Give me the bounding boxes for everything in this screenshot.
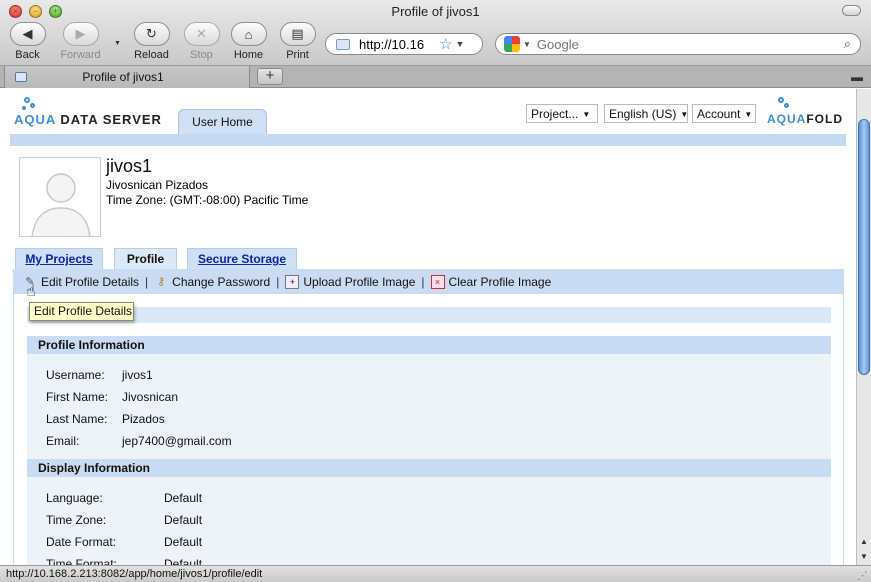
field-label: First Name: xyxy=(46,390,109,404)
field-label: Date Format: xyxy=(46,535,117,549)
url-text[interactable]: http://10.16 xyxy=(359,37,437,52)
search-input[interactable] xyxy=(536,36,837,52)
field-value: Jivosnican xyxy=(122,390,179,404)
google-icon[interactable] xyxy=(504,36,520,52)
forward-label: Forward xyxy=(60,49,101,61)
aquafold-logo[interactable]: AQUAFOLD xyxy=(767,112,843,126)
window-titlebar: × − + Profile of jivos1 ◀ Back ▶ Forward… xyxy=(0,0,871,66)
browser-tab[interactable]: Profile of jivos1 xyxy=(4,66,250,88)
clear-image-icon: × xyxy=(430,274,445,289)
field-value: jivos1 xyxy=(122,368,153,382)
window-title: Profile of jivos1 xyxy=(391,4,480,19)
account-select[interactable]: Account ▼ xyxy=(692,104,756,123)
home-label: Home xyxy=(233,49,264,61)
new-tab-button[interactable]: + xyxy=(257,68,283,85)
tab-my-projects[interactable]: My Projects xyxy=(15,248,103,270)
vertical-scrollbar[interactable]: ▲ ▼ xyxy=(856,89,871,565)
divider: | xyxy=(145,274,149,289)
tab-strip: Profile of jivos1 + ▬ xyxy=(0,66,871,88)
edit-profile-details-button[interactable]: ✎ Edit Profile Details xyxy=(23,275,139,289)
display-information-body: Language: Default Time Zone: Default Dat… xyxy=(27,477,831,565)
forward-button[interactable]: ▶ Forward xyxy=(53,22,108,61)
page-viewport: AQUA DATA SERVER User Home Project... ▼ E… xyxy=(0,89,856,565)
profile-information-header: Profile Information xyxy=(27,336,831,354)
magnifier-icon[interactable]: ⌕ xyxy=(844,36,851,52)
person-silhouette-icon xyxy=(31,173,91,236)
forward-arrow-icon: ▶ xyxy=(75,26,86,41)
home-button[interactable]: ⌂ Home xyxy=(221,22,276,61)
field-value: Default xyxy=(164,513,203,527)
tab-profile[interactable]: Profile xyxy=(114,248,177,270)
field-label: Last Name: xyxy=(46,412,108,426)
divider: | xyxy=(276,274,280,289)
search-bar[interactable]: ▼ ⌕ xyxy=(495,33,861,55)
upload-profile-image-button[interactable]: + Upload Profile Image xyxy=(285,274,415,289)
tab-list-icon[interactable]: ▬ xyxy=(851,70,863,84)
tab-secure-storage[interactable]: Secure Storage xyxy=(187,248,297,270)
stop-icon: ✕ xyxy=(196,26,207,41)
field-value: Default xyxy=(164,535,203,549)
scroll-down-arrow-icon[interactable]: ▼ xyxy=(857,550,871,564)
field-label: Username: xyxy=(46,368,105,382)
clear-profile-image-button[interactable]: × Clear Profile Image xyxy=(430,274,551,289)
toolbar-toggle-button[interactable] xyxy=(842,5,861,16)
site-favicon-icon xyxy=(336,38,350,50)
print-label: Print xyxy=(286,49,309,61)
status-bar: http://10.168.2.213:8082/app/home/jivos1… xyxy=(0,565,871,582)
back-arrow-icon: ◀ xyxy=(22,26,33,41)
upload-image-icon: + xyxy=(285,274,300,289)
address-bar[interactable]: http://10.16 ☆ ▼ xyxy=(325,33,483,55)
scrollbar-thumb[interactable] xyxy=(858,119,870,375)
display-information-header: Display Information xyxy=(27,459,831,477)
scroll-up-arrow-icon[interactable]: ▲ xyxy=(857,535,871,549)
profile-information-body: Username: jivos1 First Name: Jivosnican … xyxy=(27,354,831,459)
reload-label: Reload xyxy=(134,49,169,61)
field-value: Default xyxy=(164,491,203,505)
bookmark-star-icon[interactable]: ☆ xyxy=(439,35,452,53)
chevron-down-icon: ▼ xyxy=(744,110,753,119)
profile-username-title: jivos1 xyxy=(106,156,153,176)
profile-action-bar: ✎ Edit Profile Details | ⚷ Change Passwo… xyxy=(13,269,844,294)
user-home-tab[interactable]: User Home xyxy=(178,109,267,134)
profile-time-zone: Time Zone: (GMT:-08:00) Pacific Time xyxy=(106,193,309,207)
hand-cursor-icon: ☝ xyxy=(26,283,36,300)
reload-icon: ↻ xyxy=(146,26,157,41)
key-icon: ⚷ xyxy=(157,276,166,288)
panel-header-strip xyxy=(27,307,831,323)
back-button[interactable]: ◀ Back xyxy=(0,22,55,61)
history-dropdown-icon[interactable]: ▼ xyxy=(114,40,121,47)
project-select[interactable]: Project... ▼ xyxy=(526,104,598,123)
printer-icon: ▤ xyxy=(291,26,304,41)
aqua-data-server-logo[interactable]: AQUA DATA SERVER xyxy=(14,112,162,127)
back-label: Back xyxy=(15,49,40,61)
header-band xyxy=(10,134,846,146)
field-value: Default xyxy=(164,557,203,565)
print-button[interactable]: ▤ Print xyxy=(270,22,325,61)
change-password-button[interactable]: ⚷ Change Password xyxy=(154,275,270,289)
field-label: Time Format: xyxy=(46,557,117,565)
url-history-dropdown-icon[interactable]: ▼ xyxy=(455,39,464,49)
tab-label: Profile of jivos1 xyxy=(82,70,164,84)
home-icon: ⌂ xyxy=(244,26,253,42)
reload-button[interactable]: ↻ Reload xyxy=(124,22,179,61)
field-value: Pizados xyxy=(122,412,165,426)
tab-favicon-icon xyxy=(15,72,27,82)
field-label: Language: xyxy=(46,491,103,505)
chevron-down-icon: ▼ xyxy=(680,110,689,119)
field-value: jep7400@gmail.com xyxy=(122,434,232,448)
status-url: http://10.168.2.213:8082/app/home/jivos1… xyxy=(6,568,263,580)
divider: | xyxy=(421,274,425,289)
language-select[interactable]: English (US) ▼ xyxy=(604,104,688,123)
field-label: Time Zone: xyxy=(46,513,107,527)
chevron-down-icon: ▼ xyxy=(582,110,591,119)
resize-grip-icon[interactable]: ⋰ xyxy=(857,568,868,582)
tooltip: Edit Profile Details xyxy=(29,302,134,321)
profile-full-name: Jivosnican Pizados xyxy=(106,178,209,192)
avatar xyxy=(19,157,101,237)
field-label: Email: xyxy=(46,434,80,448)
search-engine-dropdown-icon[interactable]: ▼ xyxy=(523,40,531,49)
